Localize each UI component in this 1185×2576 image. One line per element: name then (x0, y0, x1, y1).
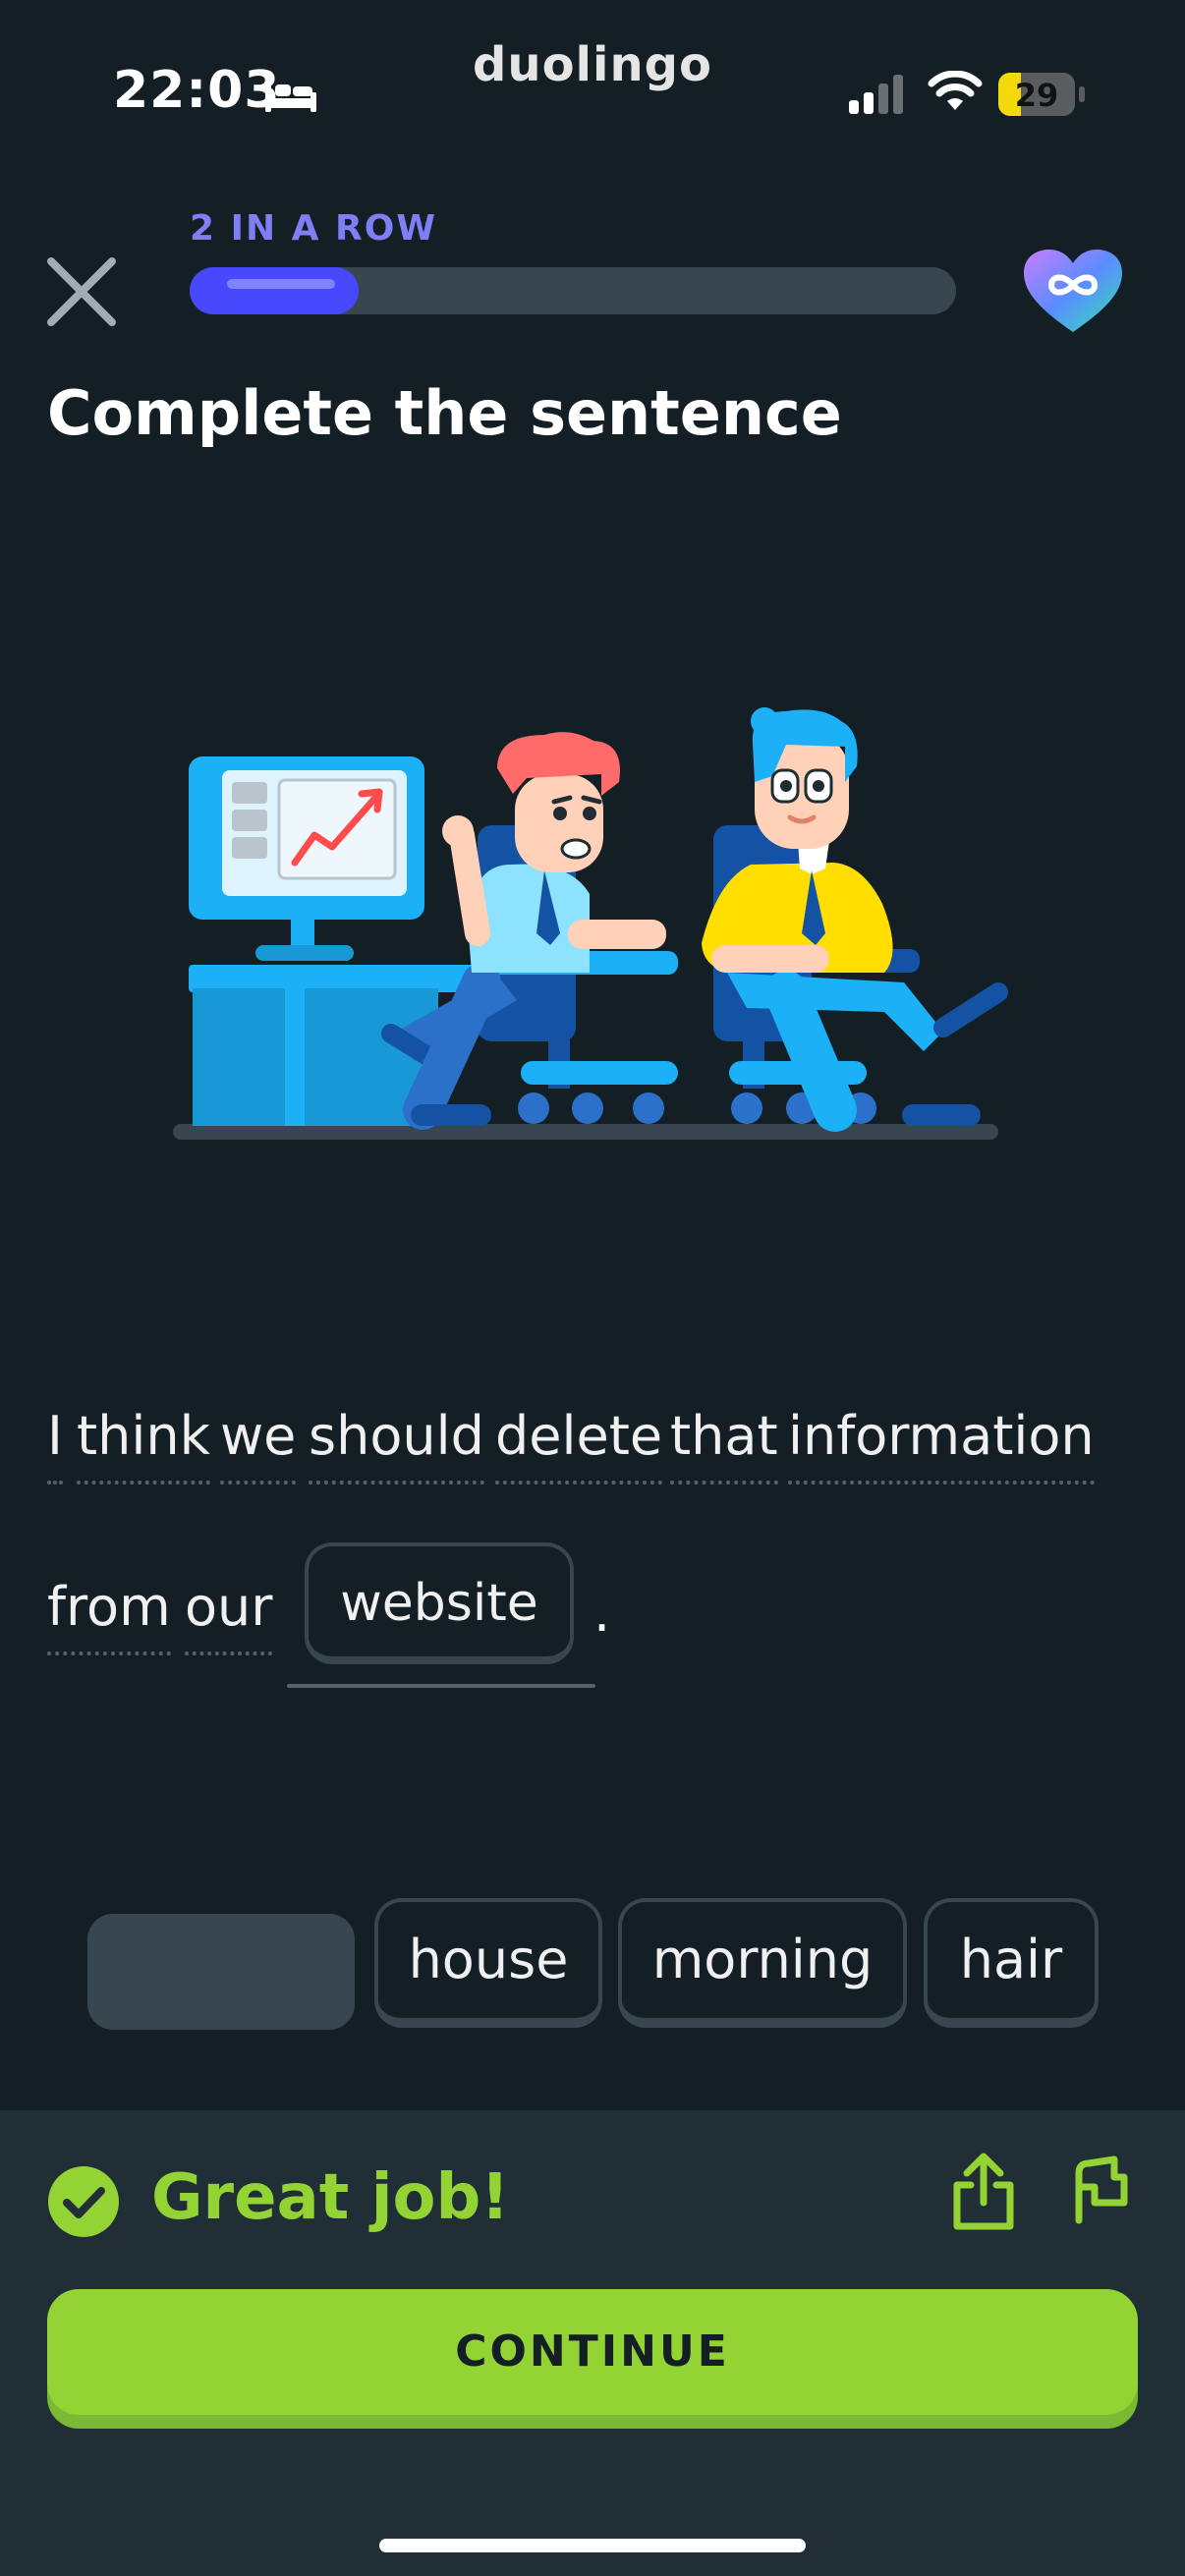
prompt-title: Complete the sentence (47, 377, 842, 449)
sentence-word[interactable]: information (788, 1405, 1095, 1484)
continue-button[interactable]: CONTINUE (47, 2289, 1138, 2415)
sentence-word[interactable]: delete (495, 1405, 663, 1484)
sentence-word[interactable]: think (77, 1405, 210, 1484)
feedback-message: Great job! (151, 2161, 510, 2234)
sentence-word[interactable]: I (47, 1405, 63, 1484)
lesson-progress-bar (190, 267, 956, 314)
battery-indicator: 29 (998, 73, 1075, 116)
word-chip-house[interactable]: house (374, 1898, 602, 2028)
word-chip-hair[interactable]: hair (924, 1898, 1099, 2028)
sentence-word[interactable]: that (670, 1405, 778, 1484)
word-chip-morning[interactable]: morning (618, 1898, 907, 2028)
streak-label: 2 IN A ROW (190, 208, 438, 249)
cellular-signal-icon (849, 75, 903, 114)
battery-tip (1079, 86, 1085, 102)
word-bank-empty-slot (87, 1914, 355, 2030)
answer-slot[interactable]: website (305, 1542, 574, 1664)
check-circle-icon (48, 2166, 119, 2237)
sentence-word[interactable]: from (47, 1576, 171, 1655)
home-indicator (379, 2539, 806, 2552)
sentence-period: . (593, 1582, 611, 1644)
sentence-word[interactable]: our (185, 1576, 273, 1655)
answer-underline (287, 1684, 595, 1688)
office-illustration (173, 707, 1008, 1140)
battery-percent: 29 (1014, 77, 1059, 114)
close-icon[interactable] (43, 253, 120, 330)
wifi-icon (928, 71, 983, 110)
sentence-word[interactable]: should (309, 1405, 484, 1484)
share-icon[interactable] (949, 2152, 1018, 2232)
infinite-hearts-icon[interactable] (1022, 248, 1124, 336)
sentence-word[interactable]: we (220, 1405, 297, 1484)
report-flag-icon[interactable] (1069, 2154, 1132, 2226)
